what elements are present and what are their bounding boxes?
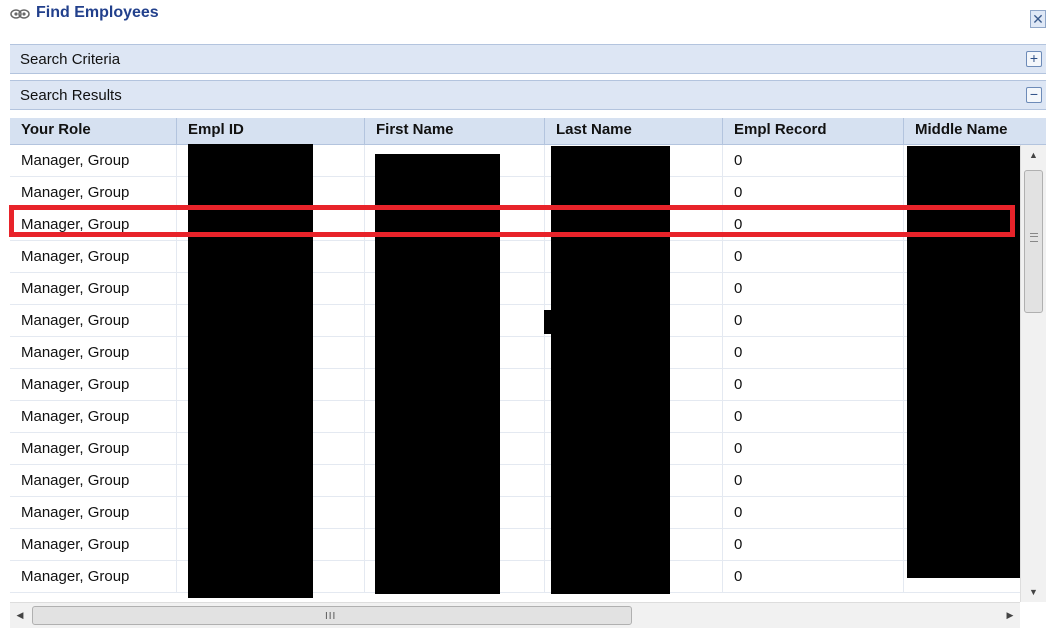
column-header-first-name[interactable]: First Name (365, 118, 545, 144)
selected-row-highlight (9, 205, 1015, 237)
search-results-label: Search Results (20, 87, 122, 104)
table-row[interactable]: Manager, Group 0 (10, 433, 1046, 465)
cell-your-role: Manager, Group (10, 401, 177, 433)
table-row[interactable]: Manager, Group 0 (10, 465, 1046, 497)
cell-your-role: Manager, Group (10, 369, 177, 401)
cell-empl-record: 0 (723, 145, 904, 177)
cell-empl-record: 0 (723, 241, 904, 273)
cell-empl-record: 0 (723, 497, 904, 529)
cell-empl-record: 0 (723, 305, 904, 337)
expand-icon[interactable]: + (1026, 51, 1042, 67)
column-header-middle-name[interactable]: Middle Name (904, 118, 1046, 144)
table-row[interactable]: Manager, Group 0 (10, 561, 1046, 593)
cell-your-role: Manager, Group (10, 241, 177, 273)
scroll-grip-icon: III (325, 611, 337, 622)
table-row[interactable]: Manager, Group 0 (10, 273, 1046, 305)
window-title: Find Employees (36, 4, 159, 21)
scroll-right-icon[interactable]: ▶ (1000, 603, 1020, 627)
table-row[interactable]: Manager, Group 0 (10, 241, 1046, 273)
table-row[interactable]: Manager, Group 0 (10, 337, 1046, 369)
collapse-icon[interactable]: − (1026, 87, 1042, 103)
search-criteria-label: Search Criteria (20, 51, 121, 68)
cell-empl-record: 0 (723, 529, 904, 561)
cell-your-role: Manager, Group (10, 433, 177, 465)
table-row[interactable]: Manager, Group 0 (10, 145, 1046, 177)
scroll-left-icon[interactable]: ◀ (10, 603, 30, 627)
table-row[interactable]: Manager, Group 0 (10, 305, 1046, 337)
cell-empl-record: 0 (723, 401, 904, 433)
table-row[interactable]: Manager, Group 0 (10, 497, 1046, 529)
cell-your-role: Manager, Group (10, 337, 177, 369)
cell-your-role: Manager, Group (10, 273, 177, 305)
cell-your-role: Manager, Group (10, 305, 177, 337)
table-row[interactable]: Manager, Group 0 (10, 401, 1046, 433)
scroll-down-icon[interactable]: ▼ (1021, 582, 1046, 602)
cell-empl-record: 0 (723, 433, 904, 465)
close-icon[interactable]: ✕ (1030, 10, 1046, 28)
horizontal-scrollbar[interactable]: ◀ III ▶ (10, 602, 1020, 628)
cell-empl-record: 0 (723, 465, 904, 497)
redaction-last-name-fragment (544, 310, 552, 334)
vertical-scroll-thumb[interactable] (1024, 170, 1043, 313)
cell-your-role: Manager, Group (10, 529, 177, 561)
grid-header-row: Your Role Empl ID First Name Last Name E… (10, 118, 1046, 145)
window-titlebar: Find Employees ✕ (0, 0, 1048, 38)
column-header-your-role[interactable]: Your Role (10, 118, 177, 144)
cell-empl-record: 0 (723, 337, 904, 369)
horizontal-scroll-thumb[interactable]: III (32, 606, 632, 625)
cell-empl-record: 0 (723, 561, 904, 593)
cell-your-role: Manager, Group (10, 145, 177, 177)
search-criteria-header[interactable]: Search Criteria + (10, 44, 1046, 74)
column-header-empl-record[interactable]: Empl Record (723, 118, 904, 144)
column-header-last-name[interactable]: Last Name (545, 118, 723, 144)
column-header-empl-id[interactable]: Empl ID (177, 118, 365, 144)
cell-empl-record: 0 (723, 273, 904, 305)
search-results-header[interactable]: Search Results − (10, 80, 1046, 110)
cell-your-role: Manager, Group (10, 465, 177, 497)
cell-empl-record: 0 (723, 369, 904, 401)
eye-icon (10, 7, 30, 21)
results-grid: Your Role Empl ID First Name Last Name E… (10, 118, 1046, 602)
cell-your-role: Manager, Group (10, 497, 177, 529)
cell-your-role: Manager, Group (10, 561, 177, 593)
table-row[interactable]: Manager, Group 0 (10, 369, 1046, 401)
vertical-scrollbar[interactable]: ▲ ▼ (1020, 145, 1046, 602)
scroll-up-icon[interactable]: ▲ (1021, 145, 1046, 165)
table-row[interactable]: Manager, Group 0 (10, 529, 1046, 561)
